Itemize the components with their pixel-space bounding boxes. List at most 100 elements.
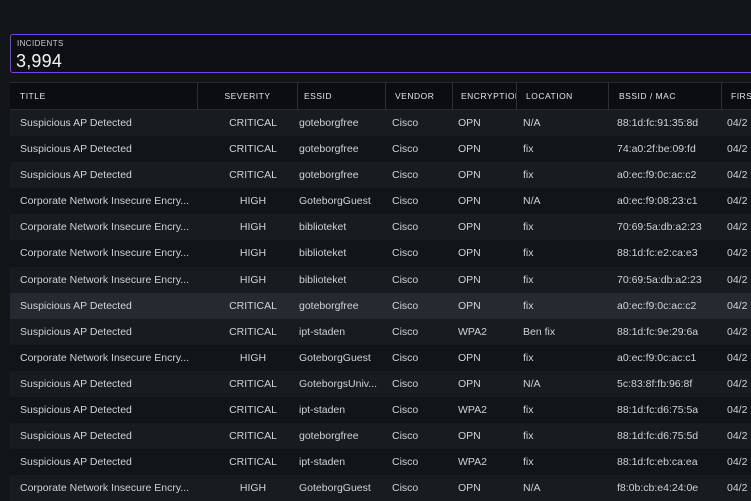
column-header-severity[interactable]: SEVERITY	[198, 83, 298, 109]
table-row[interactable]: Suspicious AP Detected CRITICAL ipt-staden…	[10, 318, 751, 345]
cell-location: fix	[523, 351, 534, 364]
cell-essid: ipt-staden	[299, 404, 346, 417]
cell-severity: CRITICAL	[229, 377, 277, 390]
cell-first-seen: 04/2	[727, 377, 748, 390]
cell-title: Suspicious AP Detected	[20, 117, 132, 129]
table-row[interactable]: Suspicious AP Detected CRITICAL goteborgfr…	[10, 423, 751, 450]
cell-bssid: 88:1d:fc:d6:75:5a	[617, 404, 699, 417]
cell-first-seen: 04/2	[727, 351, 748, 364]
cell-bssid: 88:1d:fc:eb:ca:ea	[617, 456, 698, 469]
cell-essid: biblioteket	[299, 247, 347, 260]
cell-bssid: 70:69:5a:db:a2:23	[617, 221, 702, 234]
table-row[interactable]: Suspicious AP Detected CRITICAL goteborgfr…	[10, 162, 751, 189]
cell-location: N/A	[523, 195, 541, 208]
cell-encryption: OPN	[458, 377, 481, 390]
cell-encryption: WPA2	[458, 325, 487, 338]
cell-essid: goteborgfree	[299, 117, 359, 129]
cell-severity: HIGH	[239, 221, 267, 234]
table-row[interactable]: Corporate Network Insecure Encry... HIGH G…	[10, 188, 751, 215]
cell-location: fix	[523, 430, 534, 443]
table-row[interactable]: Corporate Network Insecure Encry... HIGH b…	[10, 266, 751, 293]
cell-encryption: OPN	[458, 247, 481, 260]
incidents-kpi-card[interactable]: INCIDENTS 3,994	[10, 34, 751, 73]
cell-location: fix	[523, 221, 534, 234]
cell-bssid: 74:a0:2f:be:09:fd	[617, 143, 696, 156]
table-row[interactable]: Suspicious AP Detected CRITICAL goteborgfr…	[10, 136, 751, 163]
cell-first-seen: 04/2	[727, 221, 748, 234]
column-header-essid[interactable]: ESSID	[298, 83, 386, 109]
cell-encryption: OPN	[458, 143, 481, 156]
column-header-encryption[interactable]: ENCRYPTION	[453, 83, 517, 109]
cell-encryption: OPN	[458, 221, 481, 234]
cell-encryption: OPN	[458, 195, 481, 208]
column-header-location[interactable]: LOCATION	[517, 83, 609, 109]
cell-vendor: Cisco	[392, 221, 419, 234]
cell-title: Suspicious AP Detected	[20, 169, 132, 182]
table-row[interactable]: Suspicious AP Detected CRITICAL ipt-staden…	[10, 449, 751, 476]
cell-vendor: Cisco	[392, 351, 419, 364]
cell-title: Suspicious AP Detected	[20, 325, 132, 338]
cell-title: Corporate Network Insecure Encry...	[20, 273, 190, 286]
column-header-vendor[interactable]: VENDOR	[386, 83, 453, 109]
cell-location: fix	[523, 273, 534, 286]
top-bar	[0, 0, 751, 33]
cell-bssid: 88:1d:fc:e2:ca:e3	[617, 247, 698, 260]
table-row[interactable]: Suspicious AP Detected CRITICAL goteborgfr…	[10, 292, 751, 319]
cell-vendor: Cisco	[392, 456, 419, 469]
cell-location: fix	[523, 169, 534, 182]
cell-severity: CRITICAL	[229, 143, 277, 156]
cell-location: fix	[523, 456, 534, 469]
cell-first-seen: 04/2	[727, 117, 748, 129]
cell-vendor: Cisco	[392, 273, 419, 286]
cell-encryption: OPN	[458, 430, 481, 443]
cell-encryption: WPA2	[458, 404, 487, 417]
cell-severity: CRITICAL	[229, 169, 277, 182]
cell-encryption: OPN	[458, 299, 481, 312]
cell-encryption: OPN	[458, 351, 481, 364]
cell-essid: GoteborgsUniv...	[299, 377, 378, 390]
cell-bssid: f8:0b:cb:e4:24:0e	[617, 482, 699, 495]
cell-vendor: Cisco	[392, 377, 419, 390]
column-header-bssid-mac[interactable]: BSSID / MAC	[609, 83, 722, 109]
cell-first-seen: 04/2	[727, 430, 748, 443]
column-header-title[interactable]: TITLE	[20, 83, 198, 109]
cell-location: N/A	[523, 117, 541, 129]
cell-first-seen: 04/2	[727, 273, 748, 286]
cell-first-seen: 04/2	[727, 169, 748, 182]
cell-vendor: Cisco	[392, 195, 419, 208]
cell-essid: GoteborgGuest	[299, 351, 371, 364]
cell-essid: GoteborgGuest	[299, 195, 371, 208]
cell-essid: ipt-staden	[299, 456, 346, 469]
cell-title: Corporate Network Insecure Encry...	[20, 247, 190, 260]
cell-bssid: 70:69:5a:db:a2:23	[617, 273, 702, 286]
cell-essid: goteborgfree	[299, 430, 359, 443]
incidents-count: 3,994	[16, 51, 63, 71]
cell-severity: HIGH	[239, 273, 267, 286]
cell-location: fix	[523, 299, 534, 312]
cell-vendor: Cisco	[392, 117, 419, 129]
cell-title: Suspicious AP Detected	[20, 456, 132, 469]
table-row[interactable]: Corporate Network Insecure Encry... HIGH b…	[10, 214, 751, 241]
table-row[interactable]: Corporate Network Insecure Encry... HIGH G…	[10, 475, 751, 501]
cell-bssid: a0:ec:f9:0c:ac:c1	[617, 351, 697, 364]
cell-vendor: Cisco	[392, 325, 419, 338]
cell-bssid: 88:1d:fc:d6:75:5d	[617, 430, 699, 443]
table-row[interactable]: Suspicious AP Detected CRITICAL goteborgfr…	[10, 110, 751, 137]
column-header-first-seen[interactable]: FIRS	[722, 83, 751, 109]
table-row[interactable]: Corporate Network Insecure Encry... HIGH G…	[10, 344, 751, 371]
cell-essid: goteborgfree	[299, 299, 359, 312]
cell-location: fix	[523, 247, 534, 260]
incidents-label: INCIDENTS	[17, 39, 64, 48]
table-row[interactable]: Suspicious AP Detected CRITICAL ipt-staden…	[10, 397, 751, 424]
cell-title: Suspicious AP Detected	[20, 404, 132, 417]
cell-severity: HIGH	[239, 247, 267, 260]
cell-vendor: Cisco	[392, 169, 419, 182]
cell-first-seen: 04/2	[727, 143, 748, 156]
table-row[interactable]: Corporate Network Insecure Encry... HIGH b…	[10, 240, 751, 267]
table-row[interactable]: Suspicious AP Detected CRITICAL GoteborgsU…	[10, 370, 751, 398]
cell-essid: biblioteket	[299, 273, 347, 286]
table-body: Suspicious AP Detected CRITICAL goteborgfr…	[10, 110, 751, 501]
cell-bssid: a0:ec:f9:0c:ac:c2	[617, 299, 697, 312]
cell-severity: CRITICAL	[229, 117, 277, 129]
cell-first-seen: 04/2	[727, 195, 748, 208]
